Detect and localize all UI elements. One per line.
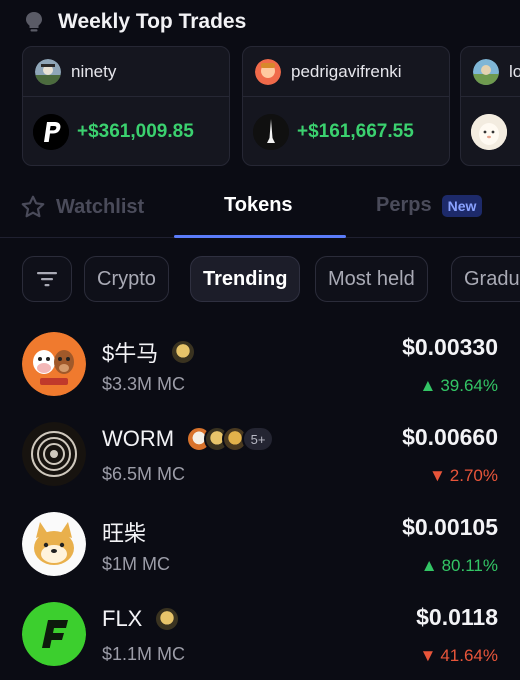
token-change-value: 2.70% xyxy=(449,466,498,485)
token-row[interactable]: $牛马 $3.3M MC $0.00330 ▲ 39.64% xyxy=(0,332,520,422)
triangle-up-icon: ▲ xyxy=(419,376,437,395)
holder-avatars: 5+ xyxy=(186,426,275,452)
token-price: $0.00330 xyxy=(402,334,498,360)
token-market-cap: $6.5M MC xyxy=(102,464,186,484)
token-price: $0.00105 xyxy=(402,514,498,540)
token-name-group: FLX xyxy=(102,606,181,632)
token-logo xyxy=(22,422,86,486)
tab-label: Watchlist xyxy=(56,195,145,218)
token-name: $牛马 xyxy=(102,341,159,366)
trade-pnl: +$161,667.55 xyxy=(297,121,414,142)
token-name-group: WORM 5+ xyxy=(102,426,275,452)
white-creature-icon xyxy=(471,114,507,150)
user-avatar xyxy=(473,58,499,85)
token-change-value: 80.11% xyxy=(441,556,498,575)
trade-card[interactable]: ninety +$361,009.85 xyxy=(22,46,230,166)
user-avatar xyxy=(255,58,281,85)
trade-card[interactable]: lo xyxy=(460,46,520,166)
new-badge: New xyxy=(441,194,483,217)
top-trades-carousel[interactable]: ninety +$361,009.85 pedrigavifrenki +$16… xyxy=(22,46,520,166)
chip-crypto[interactable]: Crypto xyxy=(84,256,169,302)
filter-chips: Crypto Trending Most held Gradu xyxy=(22,256,520,302)
token-change: ▼ 41.64% xyxy=(420,646,499,666)
token-logo xyxy=(22,602,86,666)
token-name-group: 旺柴 xyxy=(102,516,146,548)
filter-lines-icon xyxy=(37,272,57,287)
holder-avatar xyxy=(154,606,181,632)
spire-icon xyxy=(253,114,289,150)
holder-avatars xyxy=(170,339,197,365)
tab-tokens[interactable]: Tokens xyxy=(224,194,293,217)
token-name-group: $牛马 xyxy=(102,336,197,368)
token-price: $0.00660 xyxy=(402,424,498,450)
trade-pnl: +$361,009.85 xyxy=(77,121,194,142)
chip-most-held[interactable]: Most held xyxy=(315,256,428,302)
token-change: ▼ 2.70% xyxy=(429,466,498,486)
trade-card[interactable]: pedrigavifrenki +$161,667.55 xyxy=(242,46,450,166)
section-title: Weekly Top Trades xyxy=(58,10,247,33)
user-avatar xyxy=(35,58,61,85)
chip-trending[interactable]: Trending xyxy=(190,256,301,302)
tab-label: Perps xyxy=(376,194,432,216)
trade-username: pedrigavifrenki xyxy=(291,61,402,81)
filter-button[interactable] xyxy=(22,256,72,302)
tab-perps[interactable]: Perps New xyxy=(376,194,483,217)
token-change-value: 41.64% xyxy=(440,646,498,665)
chip-graduated[interactable]: Gradu xyxy=(451,256,520,302)
token-price: $0.0118 xyxy=(416,604,498,630)
token-row[interactable]: 旺柴 $1M MC $0.00105 ▲ 80.11% xyxy=(0,512,520,602)
token-logo xyxy=(22,332,86,396)
holder-more-count: 5+ xyxy=(242,426,275,452)
token-market-cap: $1M MC xyxy=(102,554,171,574)
active-tab-indicator xyxy=(174,235,346,238)
star-outline-icon xyxy=(21,195,45,218)
token-change: ▲ 39.64% xyxy=(420,376,499,396)
holder-avatars xyxy=(154,606,181,632)
lightbulb-icon xyxy=(26,12,42,32)
trade-username: lo xyxy=(509,61,520,81)
holder-avatar xyxy=(170,339,197,365)
trade-username: ninety xyxy=(71,61,117,81)
token-market-cap: $3.3M MC xyxy=(102,374,186,394)
token-change: ▲ 80.11% xyxy=(421,556,498,576)
token-market-cap: $1.1M MC xyxy=(102,644,186,664)
token-row[interactable]: WORM 5+ $6.5M MC $0.00660 ▼ 2.70% xyxy=(0,422,520,512)
token-name: WORM xyxy=(102,426,175,451)
triangle-down-icon: ▼ xyxy=(428,466,446,485)
tab-label: Tokens xyxy=(224,194,293,216)
token-logo xyxy=(22,512,86,576)
token-name: FLX xyxy=(102,606,143,631)
paypal-p-icon xyxy=(33,114,69,150)
token-name: 旺柴 xyxy=(102,521,147,546)
triangle-down-icon: ▼ xyxy=(419,646,437,665)
token-row[interactable]: FLX $1.1M MC $0.0118 ▼ 41.64% xyxy=(0,602,520,680)
main-tabs: Watchlist Tokens Perps New xyxy=(0,176,520,238)
section-header: Weekly Top Trades xyxy=(24,8,246,36)
token-change-value: 39.64% xyxy=(440,376,498,395)
triangle-up-icon: ▲ xyxy=(420,556,438,575)
tab-watchlist[interactable]: Watchlist xyxy=(20,194,144,220)
